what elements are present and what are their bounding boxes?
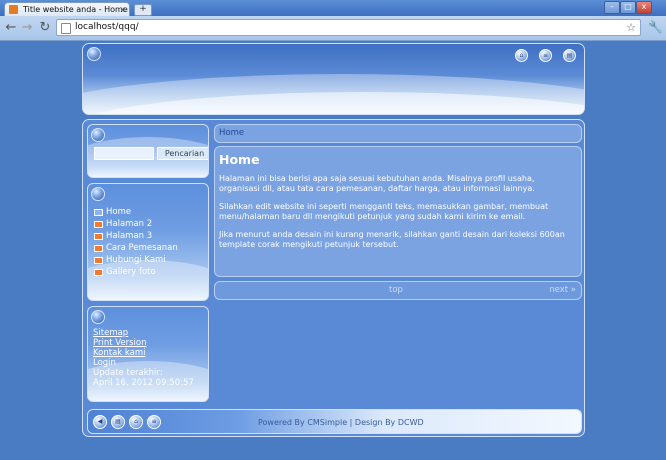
menu-panel: Home Halaman 2 Halaman 3 Cara Pemesanan …	[87, 183, 209, 301]
main-area: Pencarian Home Halaman 2 Halaman 3 Cara …	[82, 119, 585, 437]
site-header: ⌂ ≡ ▤	[82, 43, 585, 115]
browser-toolbar: ← → ↻ localhost/qqq/ ☆	[0, 16, 666, 40]
content-paragraph: Jika menurut anda desain ini kurang mena…	[219, 230, 565, 249]
menu-item-label: Halaman 2	[106, 219, 153, 229]
menu-item-halaman-3[interactable]: Halaman 3	[94, 230, 178, 242]
page-title: Home	[219, 152, 260, 167]
links-list: Sitemap Print Version Kontak kami Login …	[93, 328, 194, 388]
menu-bullet-icon	[94, 245, 103, 252]
sitemap-link[interactable]: Sitemap	[93, 328, 194, 338]
menu-list: Home Halaman 2 Halaman 3 Cara Pemesanan …	[94, 206, 178, 278]
wrench-icon[interactable]: 🔧	[648, 20, 663, 34]
content-panel: Home Halaman ini bisa berisi apa saja se…	[214, 146, 582, 277]
contact-link[interactable]: Kontak kami	[93, 348, 194, 358]
powered-by-text: Powered By CMSimple | Design By DCWD	[258, 418, 424, 427]
menu-item-label: Home	[106, 207, 132, 217]
title-bar: Title website anda - Home x + – □ x	[0, 0, 666, 16]
menu-bullet-icon	[94, 221, 103, 228]
breadcrumb: Home	[214, 124, 582, 143]
pager-bar: top next »	[214, 281, 582, 300]
home-icon[interactable]: ⌂	[515, 49, 528, 62]
orb-icon	[91, 187, 105, 201]
search-panel: Pencarian	[87, 124, 209, 178]
update-date: April 16. 2012 09:50:57	[93, 378, 194, 388]
sitemap-icon[interactable]: ≡	[147, 415, 161, 429]
menu-item-halaman-2[interactable]: Halaman 2	[94, 218, 178, 230]
print-icon[interactable]: ▤	[111, 415, 125, 429]
page-icon	[61, 23, 71, 34]
orb-icon	[91, 128, 105, 142]
browser-tab[interactable]: Title website anda - Home x	[4, 2, 130, 16]
menu-item-label: Cara Pemesanan	[106, 243, 178, 253]
content-paragraph: Silahkan edit website ini seperti mengga…	[219, 202, 549, 221]
menu-bullet-icon	[94, 233, 103, 240]
menu-item-cara-pemesanan[interactable]: Cara Pemesanan	[94, 242, 178, 254]
print-version-link[interactable]: Print Version	[93, 338, 194, 348]
menu-item-label: Hubungi Kami	[106, 255, 166, 265]
content-paragraph: Halaman ini bisa berisi apa saja sesuai …	[219, 174, 535, 193]
bookmark-star-icon[interactable]: ☆	[626, 20, 636, 35]
next-link[interactable]: next »	[549, 282, 576, 299]
tab-title: Title website anda - Home	[23, 5, 128, 14]
forward-icon[interactable]: →	[20, 21, 34, 35]
menu-bullet-icon	[94, 257, 103, 264]
menu-item-hubungi-kami[interactable]: Hubungi Kami	[94, 254, 178, 266]
home-icon[interactable]: ⌂	[129, 415, 143, 429]
menu-bullet-icon	[94, 269, 103, 276]
links-panel: Sitemap Print Version Kontak kami Login …	[87, 306, 209, 402]
orb-icon	[91, 310, 105, 324]
menu-item-home[interactable]: Home	[94, 206, 178, 218]
url-text: localhost/qqq/	[75, 22, 139, 32]
back-icon[interactable]: ←	[4, 21, 18, 35]
menu-item-label: Gallery foto	[106, 267, 156, 277]
maximize-button[interactable]: □	[620, 1, 636, 14]
menu-item-gallery-foto[interactable]: Gallery foto	[94, 266, 178, 278]
orb-icon	[87, 47, 101, 61]
print-icon[interactable]: ▤	[563, 49, 576, 62]
tab-close-icon[interactable]: x	[120, 3, 125, 17]
menu-bullet-icon	[94, 209, 103, 216]
minimize-button[interactable]: –	[604, 1, 620, 14]
login-link[interactable]: Login	[93, 358, 194, 368]
back-nav-icon[interactable]: ◀	[93, 415, 107, 429]
site-footer: ◀ ▤ ⌂ ≡ Powered By CMSimple | Design By …	[87, 409, 582, 434]
search-button[interactable]: Pencarian	[157, 147, 208, 160]
reload-icon[interactable]: ↻	[38, 21, 52, 35]
sitemap-icon[interactable]: ≡	[539, 49, 552, 62]
update-label: Update terakhir:	[93, 368, 163, 378]
address-bar[interactable]: localhost/qqq/ ☆	[56, 19, 641, 36]
favicon-icon	[9, 5, 18, 14]
window-close-button[interactable]: x	[636, 1, 652, 14]
new-tab-button[interactable]: +	[134, 4, 152, 16]
top-link[interactable]: top	[389, 282, 403, 299]
menu-item-label: Halaman 3	[106, 231, 153, 241]
search-input[interactable]	[94, 147, 154, 160]
browser-chrome: Title website anda - Home x + – □ x ← → …	[0, 0, 666, 41]
